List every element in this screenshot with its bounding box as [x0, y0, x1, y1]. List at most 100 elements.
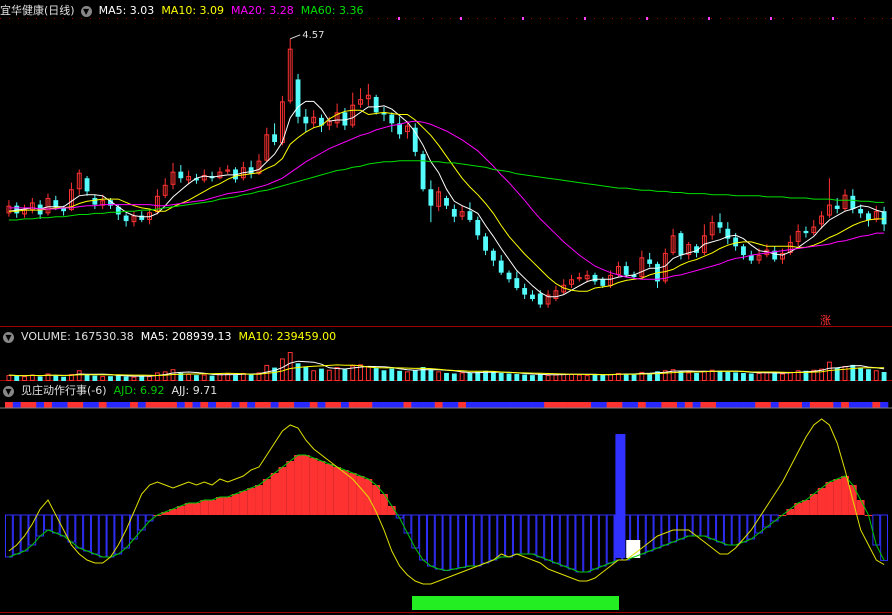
- volume-bar: [201, 374, 207, 381]
- signal-strip-cell: [794, 402, 803, 408]
- chevron-down-icon[interactable]: ▼: [3, 385, 14, 397]
- volume-bar: [826, 361, 832, 381]
- signal-strip-cell: [778, 402, 787, 408]
- signal-strip-cell: [75, 402, 84, 408]
- indicator-bar: [67, 514, 76, 543]
- signal-strip-cell: [161, 402, 170, 408]
- signal-strip-cell: [497, 402, 506, 408]
- volume-label: VOLUME: 167530.38: [21, 330, 134, 343]
- indicator-bar: [83, 514, 91, 552]
- chevron-down-icon[interactable]: ▼: [80, 5, 92, 17]
- chevron-down-icon[interactable]: ▼: [3, 331, 14, 343]
- signal-strip-cell: [231, 402, 240, 408]
- volume-bar: [303, 367, 309, 381]
- high-marker-line: [290, 34, 301, 40]
- signal-strip-cell: [598, 402, 607, 408]
- signal-strip-cell: [700, 402, 709, 408]
- signal-strip-cell: [411, 402, 420, 408]
- vol-ma5-label: MA5: 208939.13: [140, 330, 232, 343]
- volume-bar: [842, 365, 848, 381]
- indicator-bar: [505, 514, 513, 558]
- volume-bar: [490, 372, 496, 381]
- signal-strip-cell: [208, 402, 217, 408]
- indicator-bar: [559, 514, 568, 567]
- volume-bar: [592, 374, 598, 381]
- indicator-bar: [442, 514, 451, 571]
- volume-bar: [279, 358, 285, 382]
- signal-strip-cell: [630, 402, 639, 408]
- indicator-bar: [497, 514, 506, 558]
- candle-body: [741, 246, 746, 256]
- signal-strip-cell: [450, 402, 459, 408]
- indicator-bar: [591, 514, 599, 570]
- stock-title[interactable]: 宜华健康(日线): [0, 3, 75, 19]
- vol-ma10-label: MA10: 239459.00: [238, 330, 337, 343]
- ma60-line: [8, 160, 885, 221]
- volume-bar: [123, 376, 129, 381]
- signal-strip-cell: [434, 402, 443, 408]
- ajj-line: [8, 418, 885, 585]
- volume-bar: [53, 375, 59, 381]
- indicator-bar: [723, 514, 732, 546]
- volume-bar: [287, 352, 293, 381]
- volume-bar: [881, 372, 887, 381]
- indicator-bar: [301, 455, 310, 515]
- indicator-bar: [419, 514, 427, 561]
- signal-strip-cell: [36, 402, 45, 408]
- indicator-bar: [75, 514, 84, 549]
- signal-strip-cell: [90, 402, 100, 408]
- signal-strip-cell: [380, 402, 389, 408]
- signal-strip-cell: [309, 402, 318, 408]
- signal-strip-cell: [653, 402, 662, 408]
- indicator-bar: [192, 503, 201, 515]
- price-candles-panel: 4.57 涨: [6, 30, 887, 327]
- volume-bar: [733, 372, 739, 381]
- indicator-header: ▼ 见庄动作行事(-6) AJD: 6.92 AJJ: 9.71: [0, 383, 224, 399]
- indicator-bar: [356, 476, 365, 515]
- signal-strip-cell: [44, 402, 53, 408]
- grid-dot: [398, 17, 400, 20]
- candle-body: [92, 198, 98, 205]
- indicator-bar: [606, 514, 615, 564]
- signal-strip-cell: [145, 402, 154, 408]
- indicator-name[interactable]: 见庄动作行事(-6): [21, 383, 107, 399]
- grid-dot: [646, 17, 648, 20]
- volume-bar: [319, 368, 324, 381]
- signal-strip-cell: [739, 402, 748, 408]
- signal-strip-cell: [114, 402, 123, 408]
- volume-bar: [748, 373, 754, 381]
- candle-body: [342, 112, 348, 126]
- signal-strip-cell: [872, 402, 881, 408]
- signal-strip-cell: [833, 402, 842, 408]
- candle-body: [248, 167, 254, 174]
- signal-strip-cell: [270, 402, 279, 408]
- signal-strip-cell: [466, 402, 475, 408]
- signal-strip-cell: [544, 402, 553, 408]
- main-header: 宜华健康(日线) ▼ MA5: 3.03 MA10: 3.09 MA20: 3.…: [0, 3, 370, 19]
- signal-strip-cell: [606, 402, 615, 408]
- indicator-bar: [12, 514, 21, 555]
- candle-body: [530, 294, 535, 300]
- indicator-bar: [450, 514, 459, 570]
- signal-strip-cell: [192, 402, 201, 408]
- candle-body: [373, 96, 379, 113]
- signal-strip-cell: [348, 402, 357, 408]
- signal-strip-cell: [5, 402, 14, 408]
- candle-body: [592, 274, 598, 282]
- candle-body: [123, 215, 129, 222]
- volume-bar: [365, 365, 371, 381]
- volume-bar: [530, 375, 535, 381]
- volume-bar: [553, 374, 559, 381]
- volume-bar: [84, 374, 90, 381]
- candle-body: [506, 272, 512, 280]
- indicator-bar: [239, 491, 248, 515]
- indicator-bar: [731, 514, 740, 546]
- signal-strip-cell: [28, 402, 37, 408]
- signal-strip-cell: [325, 402, 334, 408]
- indicator-bar: [575, 514, 584, 573]
- signal-strip-cell: [176, 402, 186, 408]
- indicator-bar: [341, 470, 349, 515]
- candle-body: [490, 250, 496, 261]
- candle-body: [834, 205, 840, 209]
- indicator-bar: [286, 461, 295, 515]
